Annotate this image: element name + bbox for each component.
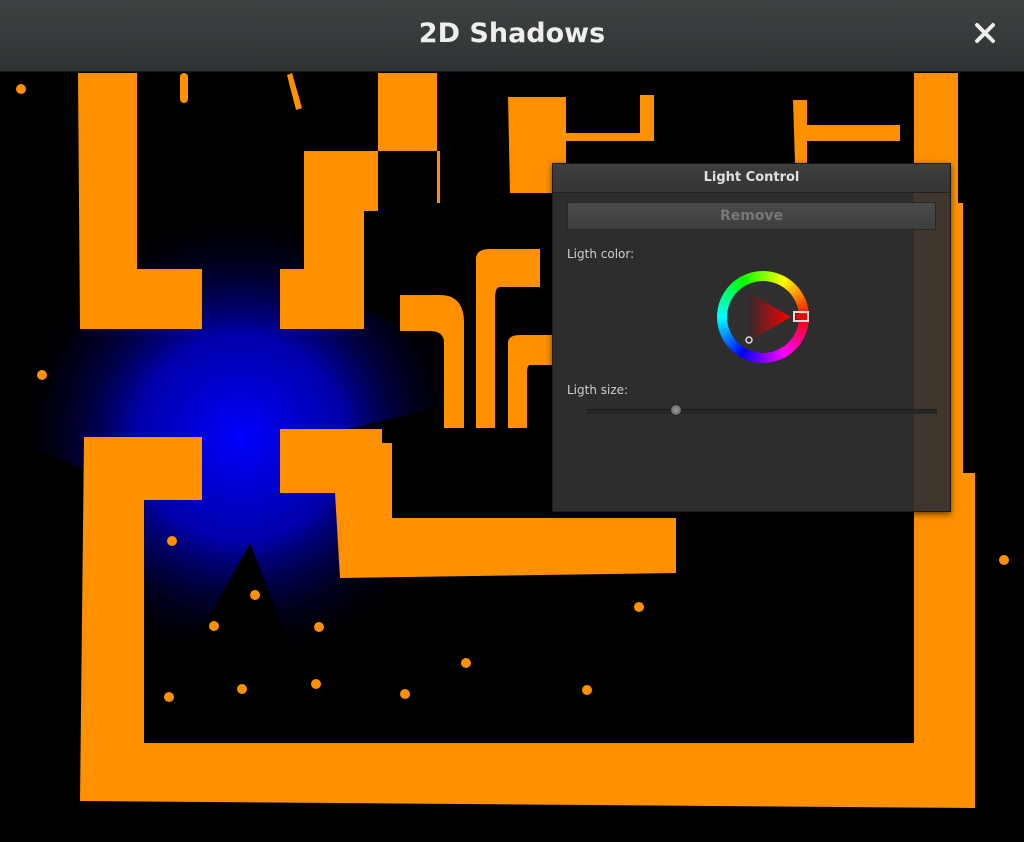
window-titlebar: 2D Shadows — [0, 0, 1024, 72]
remove-button[interactable]: Remove — [567, 202, 936, 230]
light-size-slider-knob[interactable] — [669, 404, 682, 416]
light-glow — [0, 203, 500, 673]
light-color-label: Ligth color: — [567, 247, 635, 261]
light-control-panel: Light Control Remove Ligth color: Ligth … — [552, 163, 951, 512]
light-size-label: Ligth size: — [567, 383, 629, 397]
light-size-slider[interactable] — [587, 409, 937, 414]
color-triangle[interactable] — [717, 271, 809, 363]
panel-title: Light Control — [553, 164, 950, 193]
window-title: 2D Shadows — [418, 18, 606, 49]
close-icon[interactable] — [970, 18, 1000, 48]
color-wheel[interactable] — [717, 271, 809, 363]
